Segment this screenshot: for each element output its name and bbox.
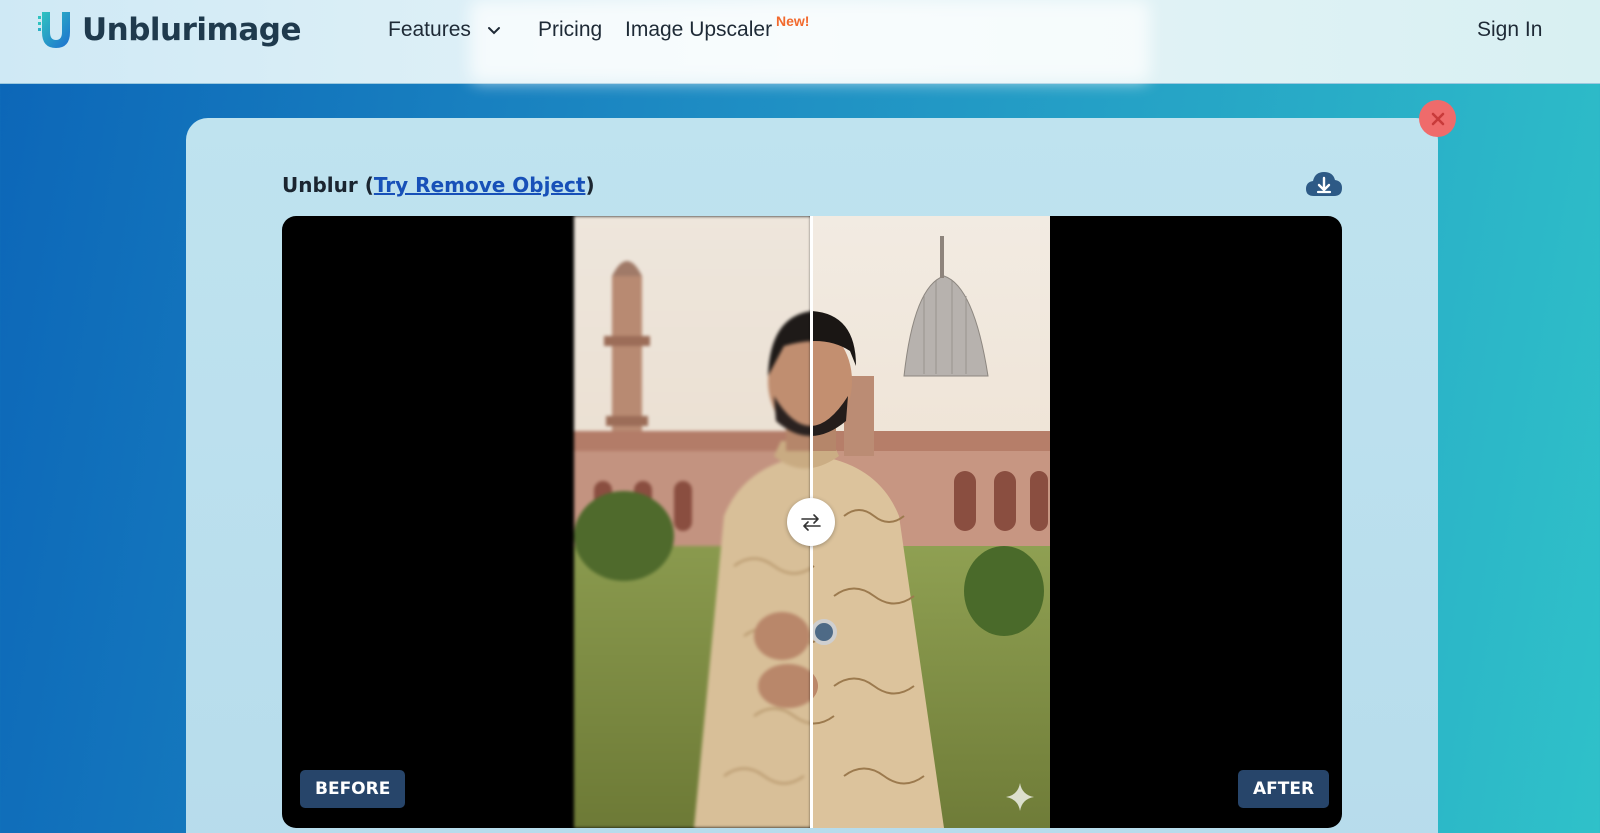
close-icon (1431, 112, 1444, 125)
brand-logo[interactable]: Unblurimage (38, 10, 301, 50)
sparkle-icon (1006, 783, 1034, 811)
before-image (574, 216, 811, 828)
nav-image-upscaler[interactable]: Image Upscaler (625, 18, 772, 42)
sign-in-link[interactable]: Sign In (1477, 18, 1542, 42)
nav-features[interactable]: Features (388, 18, 503, 42)
nav-pricing[interactable]: Pricing (538, 18, 602, 42)
top-navbar: Unblurimage Features Pricing Image Upsca… (0, 0, 1600, 84)
swap-arrows-icon (801, 514, 821, 531)
logo-icon (38, 12, 70, 48)
before-label: BEFORE (300, 770, 406, 808)
new-badge: New! (776, 13, 810, 29)
title-prefix: Unblur ( (282, 173, 374, 197)
close-button[interactable] (1419, 100, 1456, 137)
chevron-down-icon (487, 27, 500, 35)
compare-slider-handle[interactable] (787, 498, 835, 546)
editor-title: Unblur (Try Remove Object) (282, 173, 595, 197)
before-after-viewer[interactable]: BEFORE AFTER (282, 216, 1342, 828)
try-remove-object-link[interactable]: Try Remove Object (374, 173, 586, 197)
brand-name: Unblurimage (82, 12, 301, 48)
cloud-download-icon[interactable] (1305, 170, 1343, 198)
after-label: AFTER (1238, 770, 1330, 808)
title-suffix: ) (585, 173, 595, 197)
nav-features-label: Features (388, 18, 471, 41)
after-image (811, 216, 1050, 828)
